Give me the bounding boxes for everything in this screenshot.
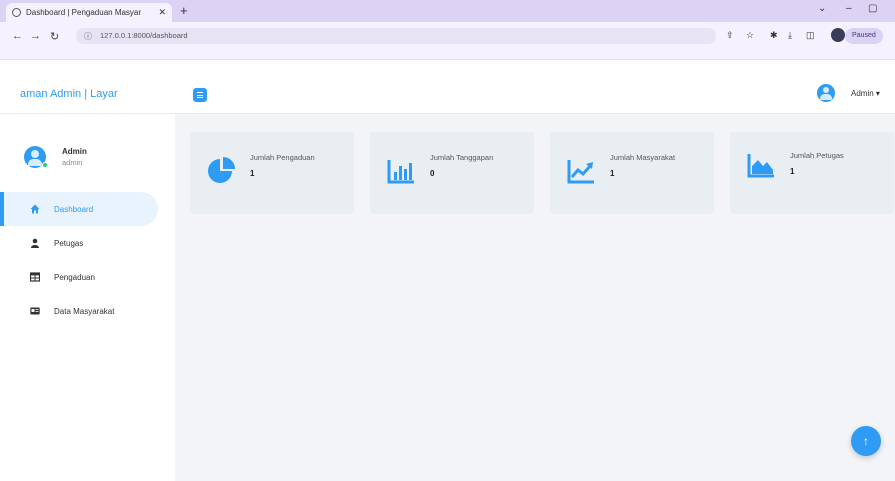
sidebar-item-data-masyarakat[interactable]: Data Masyarakat [0,294,175,328]
stat-card-petugas: Jumlah Petugas 1 [730,132,894,214]
sidebar-user: Admin admin [0,114,175,188]
user-name: Admin [62,147,87,156]
browser-tab[interactable]: Dashboard | Pengaduan Masyar ✕ [6,3,172,22]
user-avatar-icon [24,146,48,168]
sidebar-item-label: Data Masyarakat [54,306,115,316]
site-info-icon[interactable]: ⓘ [84,31,92,42]
sidebar-item-pengaduan[interactable]: Pengaduan [0,260,175,294]
user-role: admin [62,158,83,167]
sidebar-item-label: Pengaduan [54,272,95,282]
tab-title: Dashboard | Pengaduan Masyar [26,8,142,17]
stat-card-label: Jumlah Masyarakat [610,153,676,162]
bookmark-star-icon[interactable]: ☆ [746,30,754,41]
maximize-button[interactable]: ▢ [868,3,877,14]
online-status-icon [42,162,48,168]
sidepanel-icon[interactable]: ◫ [806,30,815,41]
stat-card-label: Jumlah Tanggapan [430,153,494,162]
sidebar-item-label: Dashboard [54,204,94,214]
sidebar-item-label: Petugas [54,238,84,248]
stat-card-value: 1 [610,169,615,178]
area-chart-icon [747,154,774,178]
stat-card-masyarakat: Jumlah Masyarakat 1 [550,132,714,214]
address-bar[interactable]: ⓘ 127.0.0.1:8000/dashboard [76,28,716,44]
back-icon[interactable]: ← [12,30,23,42]
profile-avatar-icon[interactable] [831,28,845,42]
tab-search-button[interactable]: ⌄ [818,3,826,14]
sidebar-item-dashboard[interactable]: Dashboard [0,192,158,226]
sidebar-menu: Dashboard Petugas Pengaduan Data Masyara… [0,192,175,328]
share-icon[interactable]: ⇪ [726,30,734,41]
download-icon[interactable]: ⤓ [788,30,792,41]
user-icon [31,238,39,248]
stat-card-label: Jumlah Pengaduan [250,153,315,162]
home-icon [30,204,40,214]
sidebar: aman Admin | Layar Admin admin Dashboard… [0,74,175,481]
top-navbar: Admin ▾ [175,74,895,114]
scroll-to-top-button[interactable]: ↑ [851,426,881,456]
bar-chart-icon [387,160,414,184]
browser-tab-bar: Dashboard | Pengaduan Masyar ✕ + ⌄ – ▢ [0,0,895,22]
table-icon [30,272,40,282]
brand-title[interactable]: aman Admin | Layar [0,74,175,114]
stat-card-value: 1 [250,169,255,178]
menu-toggle-button[interactable] [193,88,207,102]
globe-icon [12,8,21,17]
extensions-icon[interactable]: ✱ [770,30,778,41]
stat-card-tanggapan: Jumlah Tanggapan 0 [370,132,534,214]
admin-avatar-icon[interactable] [817,84,835,102]
url-text: 127.0.0.1:8000/dashboard [100,31,188,40]
stat-card-pengaduan: Jumlah Pengaduan 1 [190,132,354,214]
pie-chart-icon [208,157,235,183]
stat-card-value: 1 [790,167,795,176]
main-content: Admin ▾ Jumlah Pengaduan 1 Jumlah Tangga… [175,74,895,481]
sidebar-item-petugas[interactable]: Petugas [0,226,175,260]
profile-paused-badge[interactable]: Paused [845,28,883,44]
app-root: aman Admin | Layar Admin admin Dashboard… [0,74,895,481]
browser-toolbar: ← → ↻ ⓘ 127.0.0.1:8000/dashboard ⇪ ☆ ✱ ⤓… [0,22,895,60]
stat-card-value: 0 [430,169,435,178]
admin-dropdown[interactable]: Admin ▾ [851,89,880,98]
forward-icon[interactable]: → [30,30,41,42]
line-chart-icon [567,160,594,184]
id-card-icon [30,307,40,315]
new-tab-button[interactable]: + [180,3,188,18]
stat-card-label: Jumlah Petugas [790,151,844,160]
minimize-button[interactable]: – [846,3,852,14]
reload-icon[interactable]: ↻ [50,30,59,43]
tab-close-button[interactable]: ✕ [158,7,166,18]
